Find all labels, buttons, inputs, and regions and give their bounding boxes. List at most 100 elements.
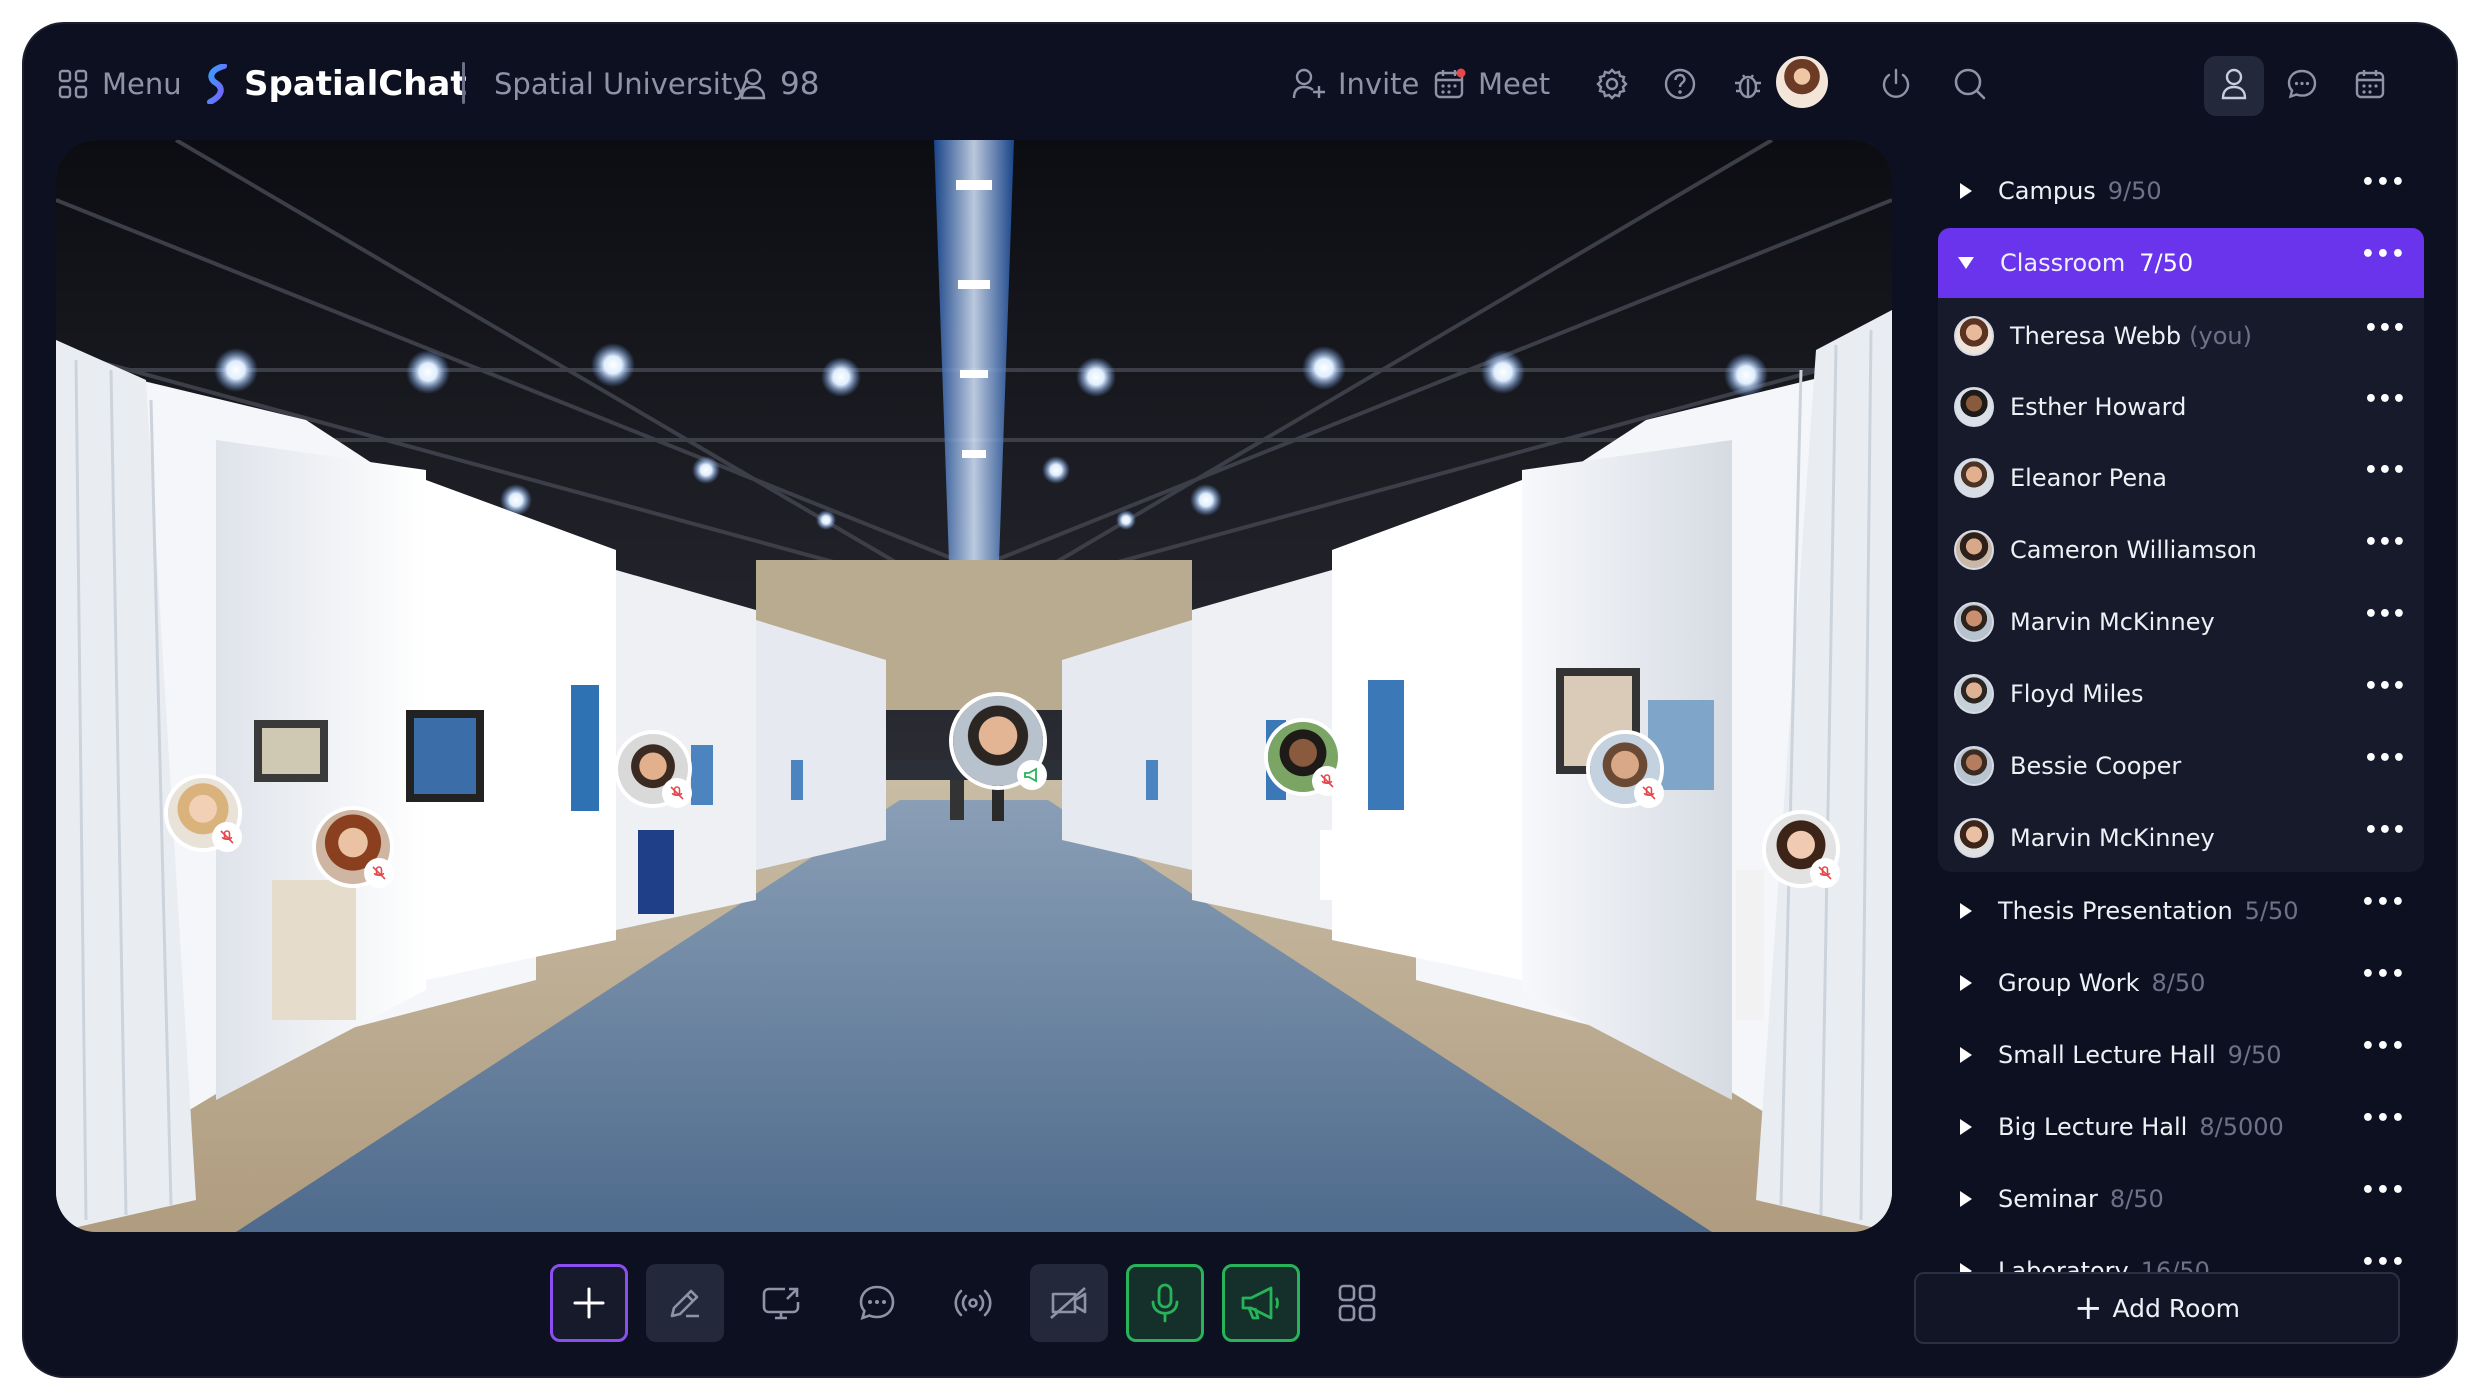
avatar [1954,458,1994,498]
leave-button[interactable] [1872,62,1920,110]
member-name: Theresa Webb [2010,322,2182,350]
spatial-room-canvas[interactable] [56,140,1892,1232]
topbar-divider [462,62,465,104]
expand-arrow-icon [1960,1191,1972,1207]
add-content-button[interactable] [550,1264,628,1342]
room-item[interactable]: Thesis Presentation 5/50 ••• [1938,876,2424,946]
room-name: Group Work [1998,969,2140,997]
mic-off-badge [1810,858,1840,888]
room-item[interactable]: Big Lecture Hall 8/5000 ••• [1938,1092,2424,1162]
broadcast-button[interactable] [934,1264,1012,1342]
more-options-icon[interactable]: ••• [2364,820,2406,842]
search-button[interactable] [1946,62,1994,110]
online-user-count: 98 [740,60,819,108]
member-item[interactable]: Esther Howard ••• [1938,371,2424,443]
menu-button[interactable]: Menu [58,60,182,108]
more-options-icon[interactable]: ••• [2361,892,2406,914]
room-item-active[interactable]: Classroom 7/50 ••• [1938,228,2424,298]
member-item[interactable]: Marvin McKinney ••• [1938,586,2424,658]
room-occupancy: 8/50 [2151,969,2206,997]
settings-button[interactable] [1588,62,1636,110]
chat-button[interactable] [838,1264,916,1342]
more-options-icon[interactable]: ••• [2361,172,2406,194]
more-options-icon[interactable]: ••• [2364,532,2406,554]
attendee-avatar[interactable] [1264,718,1342,796]
more-options-icon[interactable]: ••• [2361,1036,2406,1058]
meet-label: Meet [1478,67,1551,101]
tab-people[interactable] [2204,56,2264,116]
invite-button[interactable]: Invite [1292,60,1419,108]
add-room-button[interactable]: + Add Room [1914,1272,2400,1344]
mic-off-icon [220,830,234,844]
member-you-tag: (you) [2189,322,2252,350]
attendee-avatar[interactable] [949,692,1047,790]
more-options-icon[interactable]: ••• [2364,460,2406,482]
mic-off-icon [1818,866,1832,880]
room-occupancy: 8/50 [2109,1185,2164,1213]
room-item[interactable]: Campus 9/50 ••• [1938,156,2424,226]
attendee-avatar[interactable] [614,730,692,808]
member-name: Bessie Cooper [2010,752,2182,780]
apps-button[interactable] [1318,1264,1396,1342]
megaphone-button[interactable] [1222,1264,1300,1342]
room-item[interactable]: Group Work 8/50 ••• [1938,948,2424,1018]
more-options-icon[interactable]: ••• [2364,676,2406,698]
draw-button[interactable] [646,1264,724,1342]
member-item[interactable]: Floyd Miles ••• [1938,658,2424,730]
avatar [1954,602,1994,642]
attendee-avatar[interactable] [1762,810,1840,888]
tab-chat[interactable] [2272,56,2332,116]
room-occupancy: 9/50 [2227,1041,2282,1069]
more-options-icon[interactable]: ••• [2361,1180,2406,1202]
member-item[interactable]: Bessie Cooper ••• [1938,730,2424,802]
room-item[interactable]: Seminar 8/50 ••• [1938,1164,2424,1234]
bug-report-button[interactable] [1724,62,1772,110]
more-options-icon[interactable]: ••• [2364,318,2406,340]
member-item[interactable]: Theresa Webb (you) ••• [1938,300,2424,372]
attendee-avatar[interactable] [1586,730,1664,808]
spatialchat-logo [204,64,232,104]
more-options-icon[interactable]: ••• [2361,1108,2406,1130]
megaphone-icon [1241,1286,1279,1320]
top-bar: Menu SpatialChat Spatial University 98 I… [24,24,2456,142]
grid-icon [58,69,88,99]
member-item[interactable]: Cameron Williamson ••• [1938,514,2424,586]
attendee-avatar[interactable] [164,774,242,852]
more-options-icon[interactable]: ••• [2364,389,2406,411]
plus-icon: + [2073,1288,2103,1328]
mic-off-icon [372,866,386,880]
tab-schedule[interactable] [2340,56,2400,116]
mic-off-badge [212,822,242,852]
room-name: Campus [1998,177,2096,205]
more-options-icon[interactable]: ••• [2361,1252,2406,1274]
avatar [1954,674,1994,714]
question-icon [1663,67,1697,105]
room-name: Thesis Presentation [1998,897,2233,925]
profile-avatar[interactable] [1776,56,1828,108]
brand[interactable]: SpatialChat [204,60,467,108]
more-options-icon[interactable]: ••• [2361,244,2406,266]
room-name: Small Lecture Hall [1998,1041,2216,1069]
screen-share-button[interactable] [742,1264,820,1342]
camera-toggle-button[interactable] [1030,1264,1108,1342]
menu-label: Menu [102,67,182,101]
expand-arrow-icon [1960,1119,1972,1135]
room-occupancy: 9/50 [2107,177,2162,205]
mic-off-badge [1634,778,1664,808]
more-options-icon[interactable]: ••• [2364,748,2406,770]
room-item[interactable]: Small Lecture Hall 9/50 ••• [1938,1020,2424,1090]
help-button[interactable] [1656,62,1704,110]
attendee-avatar[interactable] [312,806,394,888]
bottom-toolbar [550,1264,1400,1344]
more-options-icon[interactable]: ••• [2364,604,2406,626]
member-item[interactable]: Marvin McKinney ••• [1938,802,2424,874]
member-item[interactable]: Eleanor Pena ••• [1938,442,2424,514]
meet-button[interactable]: Meet [1434,60,1550,108]
more-options-icon[interactable]: ••• [2361,964,2406,986]
room-occupancy: 8/5000 [2199,1113,2284,1141]
collapse-arrow-icon [1958,257,1974,269]
avatar [1954,530,1994,570]
broadcast-icon [954,1289,992,1317]
member-name: Marvin McKinney [2010,824,2215,852]
microphone-toggle-button[interactable] [1126,1264,1204,1342]
